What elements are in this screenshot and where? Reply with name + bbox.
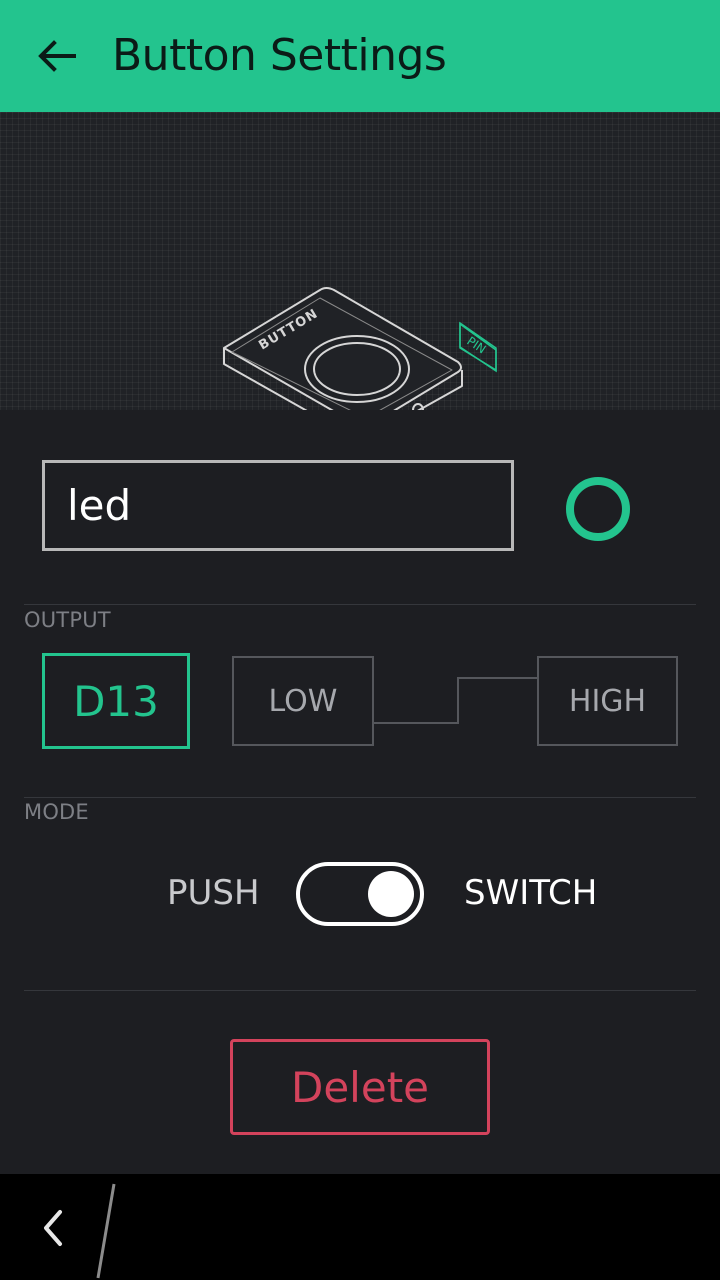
divider	[24, 604, 696, 605]
high-value-label: HIGH	[568, 683, 647, 719]
low-value-field[interactable]: LOW	[232, 656, 374, 746]
chevron-left-icon[interactable]	[38, 1208, 68, 1248]
system-nav-bar	[0, 1174, 720, 1280]
high-value-field[interactable]: HIGH	[537, 656, 678, 746]
push-mode-label[interactable]: PUSH	[167, 868, 260, 918]
pin-tag-icon: PIN	[459, 321, 497, 373]
divider	[24, 990, 696, 991]
signal-wave-icon	[374, 677, 538, 724]
pin-select-label: D13	[73, 676, 159, 726]
switch-mode-label[interactable]: SWITCH	[464, 868, 597, 918]
low-value-label: LOW	[268, 683, 338, 719]
pin-select-button[interactable]: D13	[42, 653, 190, 749]
color-picker-button[interactable]	[566, 477, 630, 541]
widget-preview: BUTTON PIN	[0, 112, 720, 410]
output-section-label: OUTPUT	[24, 608, 111, 632]
page-title: Button Settings	[112, 30, 447, 81]
app-bar: Button Settings	[0, 0, 720, 112]
widget-name-input[interactable]	[42, 460, 514, 551]
nav-divider-line	[96, 1183, 116, 1279]
mode-section-label: MODE	[24, 800, 89, 824]
delete-button[interactable]: Delete	[230, 1039, 490, 1135]
toggle-knob	[368, 871, 414, 917]
delete-label: Delete	[291, 1062, 429, 1112]
mode-toggle[interactable]	[296, 862, 424, 926]
divider	[24, 797, 696, 798]
back-button[interactable]	[30, 32, 82, 80]
arrow-left-icon	[38, 40, 76, 72]
